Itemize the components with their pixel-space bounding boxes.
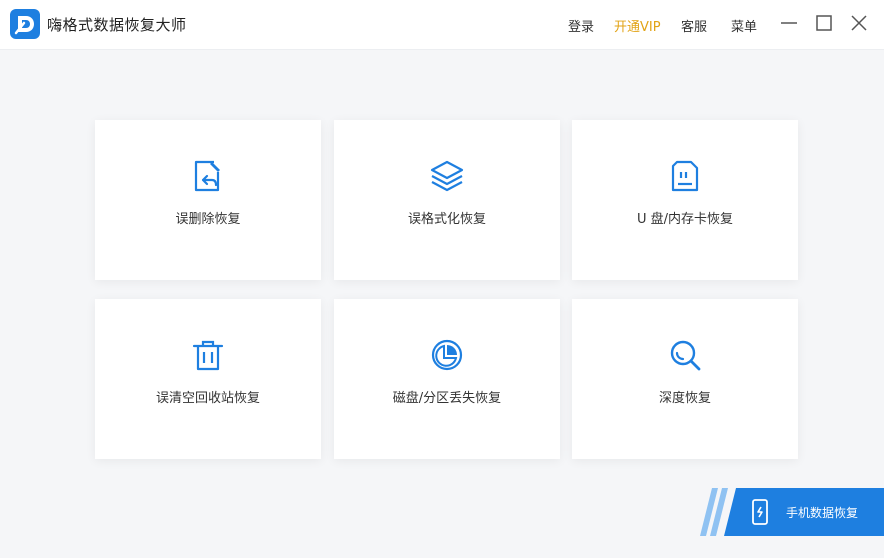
card-label: U 盘/内存卡恢复 [636, 212, 734, 227]
card-label: 误格式化恢复 [407, 212, 486, 227]
pie-chart-icon [429, 337, 465, 373]
phone-icon [750, 499, 770, 529]
service-link[interactable]: 客服 [681, 16, 707, 35]
magnifier-icon [667, 337, 703, 373]
mobile-recovery-button[interactable]: 手机数据恢复 [700, 488, 884, 536]
card-deep-recovery[interactable]: 深度恢复 [572, 299, 798, 459]
title-bar: 嗨格式数据恢复大师 登录 开通VIP 客服 菜单 [0, 0, 884, 50]
card-recycle-bin-recovery[interactable]: 误清空回收站恢复 [95, 299, 321, 459]
card-label: 磁盘/分区丢失恢复 [392, 391, 502, 406]
app-logo-icon [10, 9, 40, 39]
card-partition-recovery[interactable]: 磁盘/分区丢失恢复 [334, 299, 560, 459]
sd-card-icon [667, 158, 703, 194]
card-usb-sd-recovery[interactable]: U 盘/内存卡恢复 [572, 120, 798, 280]
file-restore-icon [190, 158, 226, 194]
login-link[interactable]: 登录 [568, 16, 594, 35]
close-icon[interactable] [848, 12, 870, 34]
app-title: 嗨格式数据恢复大师 [47, 16, 187, 34]
mobile-recovery-label: 手机数据恢复 [786, 506, 859, 520]
menu-link[interactable]: 菜单 [731, 16, 757, 35]
maximize-icon[interactable] [813, 12, 835, 34]
card-label: 深度恢复 [658, 391, 711, 406]
layers-icon [429, 158, 465, 194]
card-deleted-recovery[interactable]: 误删除恢复 [95, 120, 321, 280]
minimize-icon[interactable] [778, 12, 800, 34]
trash-icon [190, 337, 226, 373]
vip-link[interactable]: 开通VIP [614, 16, 661, 35]
card-format-recovery[interactable]: 误格式化恢复 [334, 120, 560, 280]
card-label: 误删除恢复 [175, 212, 241, 227]
card-label: 误清空回收站恢复 [155, 391, 260, 406]
